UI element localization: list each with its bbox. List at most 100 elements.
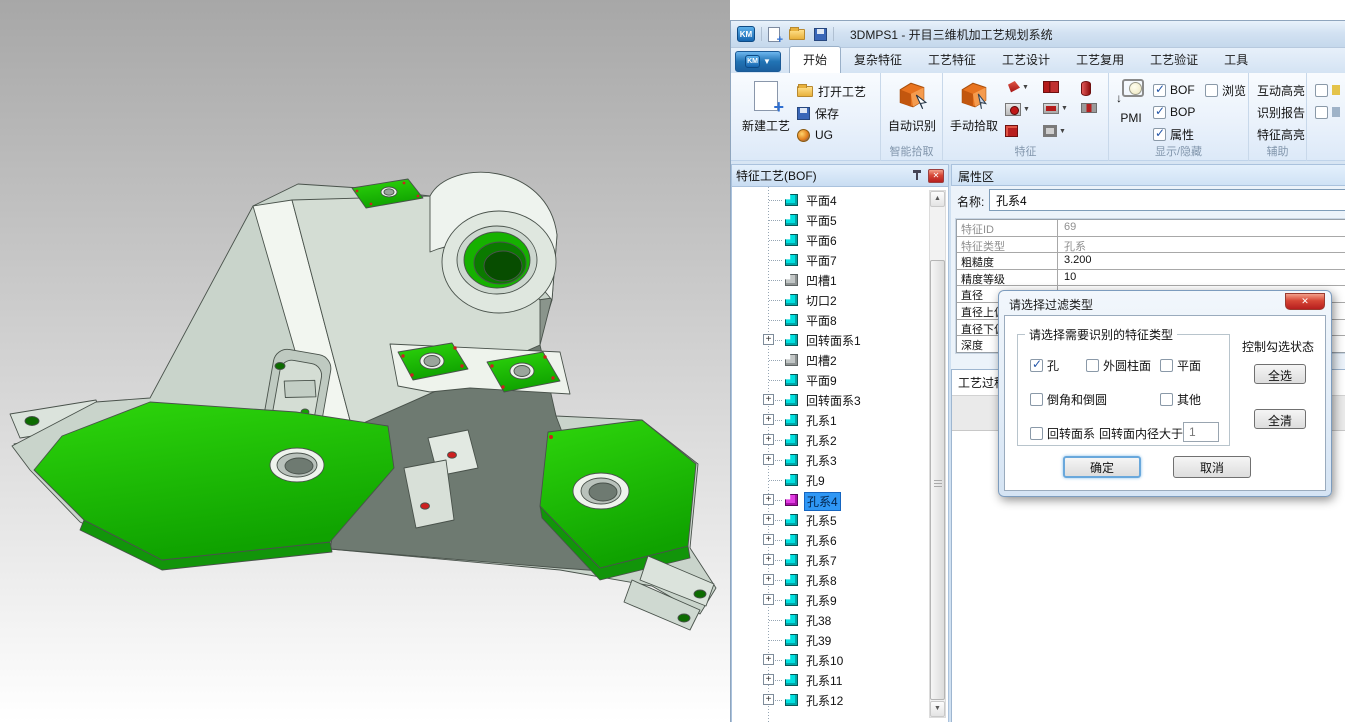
save-button[interactable]: 保存 [797, 103, 839, 123]
plane-checkbox[interactable]: 平面 [1160, 357, 1201, 373]
tree-item[interactable]: 孔9 [732, 470, 929, 490]
cylinder-feature-button[interactable] [1081, 81, 1091, 96]
tree-item-selected[interactable]: 孔系4 [732, 490, 929, 510]
tree-item[interactable]: 孔系12 [732, 690, 929, 710]
viewport-3d[interactable] [0, 0, 730, 722]
tree-item[interactable]: 平面7 [732, 250, 929, 270]
pin-icon[interactable] [913, 169, 922, 182]
tree-item[interactable]: 孔系7 [732, 550, 929, 570]
close-icon[interactable]: ✕ [928, 169, 944, 183]
expand-plus-icon[interactable] [763, 654, 774, 665]
tree-scrollbar[interactable]: ▲ ▼ [929, 190, 946, 718]
tab-complex-feature[interactable]: 复杂特征 [841, 47, 915, 73]
tree-item[interactable]: 孔系6 [732, 530, 929, 550]
revolve-face-checkbox[interactable]: 回转面系 [1030, 425, 1095, 441]
checkbox-icon [1160, 359, 1173, 372]
pocket-feature-button[interactable]: ▼ [1043, 103, 1068, 114]
tree-item[interactable]: 孔系11 [732, 670, 929, 690]
application-menu-button[interactable]: KM ▼ [735, 51, 781, 72]
expand-plus-icon[interactable] [763, 494, 774, 505]
save-icon[interactable] [814, 28, 827, 41]
scroll-down-arrow[interactable]: ▼ [930, 701, 945, 717]
clipped-checkbox[interactable] [1315, 104, 1340, 120]
groove-feature-button[interactable] [1081, 103, 1097, 113]
interactive-highlight-button[interactable]: 互动高亮 [1257, 82, 1305, 99]
clear-all-button[interactable]: 全清 [1254, 409, 1306, 429]
scroll-up-arrow[interactable]: ▲ [930, 191, 945, 207]
tab-tools[interactable]: 工具 [1211, 47, 1261, 73]
tree-item[interactable]: 平面5 [732, 210, 929, 230]
expand-plus-icon[interactable] [763, 694, 774, 705]
feature-icon [785, 674, 798, 686]
ribbon-group-smart-pick: 自动识别 智能拾取 [881, 73, 943, 161]
expand-plus-icon[interactable] [763, 454, 774, 465]
select-all-button[interactable]: 全选 [1254, 364, 1306, 384]
new-process-button[interactable]: 新建工艺 [737, 79, 795, 134]
expand-plus-icon[interactable] [763, 594, 774, 605]
name-input[interactable] [989, 189, 1345, 211]
tree-item[interactable]: 回转面系1 [732, 330, 929, 350]
tree-item[interactable]: 平面8 [732, 310, 929, 330]
tab-start[interactable]: 开始 [789, 46, 841, 73]
tree-item[interactable]: 孔系8 [732, 570, 929, 590]
auto-recognize-button[interactable]: 自动识别 [883, 79, 941, 134]
tree-item[interactable]: 平面9 [732, 370, 929, 390]
browse-checkbox[interactable]: 浏览 [1205, 82, 1246, 98]
tab-process-reuse[interactable]: 工艺复用 [1063, 47, 1137, 73]
tree-item[interactable]: 孔系2 [732, 430, 929, 450]
open-folder-icon[interactable] [789, 29, 805, 40]
tree-item[interactable]: 孔系1 [732, 410, 929, 430]
ug-button[interactable]: UG [797, 125, 833, 145]
tab-process-design[interactable]: 工艺设计 [989, 47, 1063, 73]
tree-item[interactable]: 回转面系3 [732, 390, 929, 410]
ok-button[interactable]: 确定 [1063, 456, 1141, 478]
tree-item[interactable]: 平面4 [732, 190, 929, 210]
expand-plus-icon[interactable] [763, 414, 774, 425]
tree-item[interactable]: 孔39 [732, 630, 929, 650]
feature-highlight-button[interactable]: 特征高亮 [1257, 126, 1305, 143]
boss-feature-button[interactable] [1005, 125, 1018, 137]
expand-plus-icon[interactable] [763, 334, 774, 345]
tab-process-verify[interactable]: 工艺验证 [1137, 47, 1211, 73]
face-feature-button[interactable]: ▼ [1043, 125, 1066, 137]
clipped-checkbox[interactable] [1315, 82, 1340, 98]
expand-plus-icon[interactable] [763, 534, 774, 545]
plane-feature-button[interactable]: ▼ [1005, 81, 1029, 93]
attribute-checkbox[interactable]: 属性 [1153, 126, 1194, 142]
pmi-button[interactable]: ↓ PMI [1111, 79, 1151, 125]
slot-feature-button[interactable] [1043, 81, 1059, 93]
outer-cylinder-checkbox[interactable]: 外圆柱面 [1086, 357, 1151, 373]
tree-item[interactable]: 凹槽2 [732, 350, 929, 370]
bop-checkbox[interactable]: BOP [1153, 104, 1195, 120]
other-checkbox[interactable]: 其他 [1160, 391, 1201, 407]
inner-diameter-input[interactable] [1183, 422, 1219, 442]
tree-item[interactable]: 平面6 [732, 230, 929, 250]
new-document-icon[interactable] [768, 27, 780, 42]
tree-item[interactable]: 孔38 [732, 610, 929, 630]
chamfer-fillet-checkbox[interactable]: 倒角和倒圆 [1030, 391, 1107, 407]
tree-item[interactable]: 孔系9 [732, 590, 929, 610]
close-icon[interactable]: ✕ [1285, 293, 1325, 310]
divider [761, 27, 762, 41]
tree-item[interactable]: 孔系5 [732, 510, 929, 530]
expand-plus-icon[interactable] [763, 574, 774, 585]
bof-checkbox[interactable]: BOF [1153, 82, 1195, 98]
expand-plus-icon[interactable] [763, 554, 774, 565]
tree-item[interactable]: 孔系3 [732, 450, 929, 470]
expand-plus-icon[interactable] [763, 434, 774, 445]
recognize-report-button[interactable]: 识别报告 [1257, 104, 1305, 121]
expand-plus-icon[interactable] [763, 674, 774, 685]
hole-checkbox[interactable]: 孔 [1030, 357, 1059, 373]
tree-item[interactable]: 孔系10 [732, 650, 929, 670]
tree-item[interactable]: 凹槽1 [732, 270, 929, 290]
hole-feature-button[interactable]: ▼ [1005, 103, 1030, 116]
tab-process-feature[interactable]: 工艺特征 [915, 47, 989, 73]
cancel-button[interactable]: 取消 [1173, 456, 1251, 478]
manual-pick-button[interactable]: 手动拾取 [945, 79, 1003, 134]
scrollbar-thumb[interactable] [930, 260, 945, 700]
ribbon: 新建工艺 打开工艺 保存 UG [731, 73, 1345, 161]
tree-item[interactable]: 切口2 [732, 290, 929, 310]
expand-plus-icon[interactable] [763, 514, 774, 525]
open-process-button[interactable]: 打开工艺 [797, 81, 866, 101]
expand-plus-icon[interactable] [763, 394, 774, 405]
